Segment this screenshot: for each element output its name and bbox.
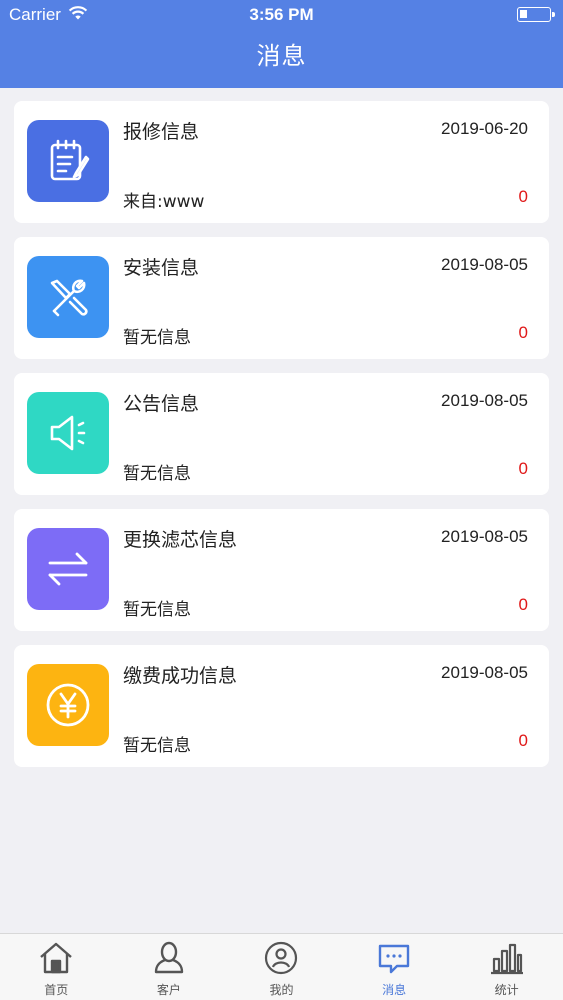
message-icon (376, 941, 412, 979)
message-title: 公告信息 (123, 393, 200, 415)
clock: 3:56 PM (249, 5, 314, 24)
tab-label: 我的 (269, 983, 294, 997)
tab-customer[interactable]: 客户 (113, 934, 226, 1000)
message-card-install[interactable]: 安装信息 2019-08-05 暂无信息 0 (14, 237, 549, 359)
message-source: 暂无信息 (123, 736, 191, 756)
yen-coin-icon (27, 664, 109, 746)
tab-profile[interactable]: 我的 (225, 934, 338, 1000)
tab-statistics[interactable]: 统计 (450, 934, 563, 1000)
speaker-icon (27, 392, 109, 474)
message-card-filter-replace[interactable]: 更换滤芯信息 2019-08-05 暂无信息 0 (14, 509, 549, 631)
tab-message[interactable]: 消息 (338, 934, 451, 1000)
status-bar: Carrier 3:56 PM (0, 0, 563, 30)
message-title: 更换滤芯信息 (123, 529, 238, 551)
message-count: 0 (518, 595, 528, 614)
message-source: 暂无信息 (123, 464, 191, 484)
message-count: 0 (518, 187, 528, 206)
battery-icon (517, 7, 555, 22)
message-title: 安装信息 (123, 257, 200, 279)
page-title: 消息 (256, 42, 307, 70)
message-count: 0 (518, 323, 528, 342)
tab-label: 消息 (382, 983, 407, 997)
message-card-announcement[interactable]: 公告信息 2019-08-05 暂无信息 0 (14, 373, 549, 495)
message-count: 0 (518, 731, 528, 750)
profile-icon (263, 941, 299, 979)
message-date: 2019-08-05 (441, 663, 528, 682)
message-date: 2019-06-20 (441, 119, 528, 138)
message-count: 0 (518, 459, 528, 478)
message-source: 暂无信息 (123, 600, 191, 620)
tab-label: 首页 (44, 983, 69, 997)
message-title: 缴费成功信息 (123, 665, 238, 687)
message-card-payment[interactable]: 缴费成功信息 2019-08-05 暂无信息 0 (14, 645, 549, 767)
message-date: 2019-08-05 (441, 255, 528, 274)
message-date: 2019-08-05 (441, 391, 528, 410)
message-source: 来自:www (123, 192, 205, 212)
home-icon (38, 941, 74, 979)
statistics-icon (489, 941, 525, 979)
tab-bar: 首页 客户 我的 消息 统计 (0, 933, 563, 1000)
message-card-repair[interactable]: 报修信息 2019-06-20 来自:www 0 (14, 101, 549, 223)
message-date: 2019-08-05 (441, 527, 528, 546)
tab-home[interactable]: 首页 (0, 934, 113, 1000)
app-root: Carrier 3:56 PM 消息 报修信息 2019-06-20 来自:ww… (0, 0, 563, 1000)
tab-label: 客户 (156, 983, 181, 997)
customer-icon (151, 941, 187, 979)
swap-arrows-icon (27, 528, 109, 610)
message-source: 暂无信息 (123, 328, 191, 348)
header: Carrier 3:56 PM 消息 (0, 0, 563, 88)
tools-icon (27, 256, 109, 338)
clipboard-edit-icon (27, 120, 109, 202)
message-title: 报修信息 (123, 121, 200, 143)
message-list: 报修信息 2019-06-20 来自:www 0 安装信息 2019-08-05… (14, 101, 549, 781)
tab-label: 统计 (494, 983, 519, 997)
